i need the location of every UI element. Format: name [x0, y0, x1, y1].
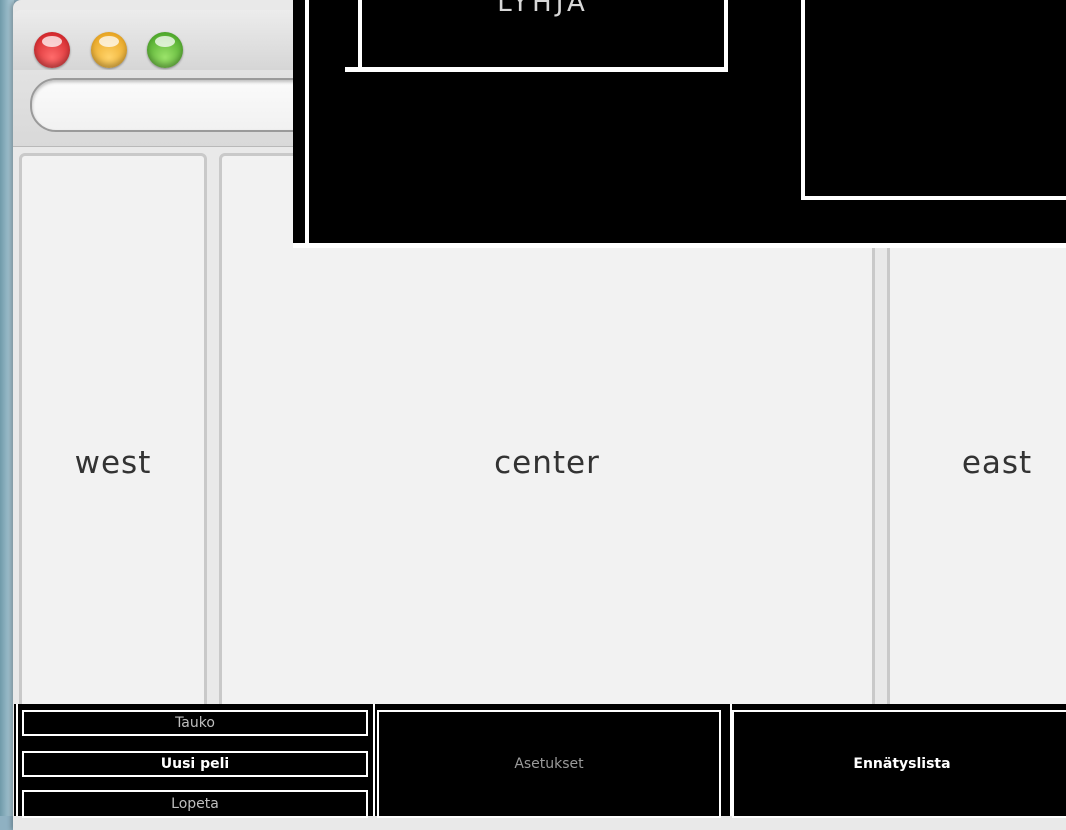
menu-divider: [730, 704, 732, 816]
minimize-window-icon[interactable]: [91, 32, 127, 68]
west-panel: west: [19, 153, 207, 773]
pause-button[interactable]: Tauko: [22, 710, 368, 736]
close-window-icon[interactable]: [34, 32, 70, 68]
east-panel-label: east: [961, 445, 1033, 481]
board-cell-label: LYHJA: [497, 0, 589, 18]
game-board-overlay: LYHJA: [293, 0, 1066, 248]
settings-button[interactable]: Asetukset: [377, 710, 721, 818]
board-cell: [801, 0, 1066, 200]
board-divider: [345, 67, 725, 72]
zoom-window-icon[interactable]: [147, 32, 183, 68]
west-panel-label: west: [74, 445, 152, 481]
menu-divider: [373, 704, 375, 816]
new-game-button[interactable]: Uusi peli: [22, 751, 368, 777]
quit-button[interactable]: Lopeta: [22, 790, 368, 818]
board-divider: [305, 0, 309, 243]
center-panel-label: center: [494, 445, 600, 481]
desktop-background: [0, 0, 14, 816]
highscores-button[interactable]: Ennätyslista: [732, 710, 1066, 818]
game-menu-bar: Tauko Uusi peli Lopeta Asetukset Ennätys…: [14, 704, 1066, 818]
menu-divider: [16, 704, 18, 816]
